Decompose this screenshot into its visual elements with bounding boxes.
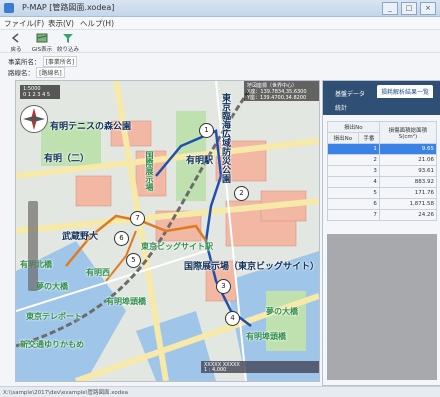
table-row[interactable]: 1 9.65 <box>327 143 438 155</box>
compass-rose <box>23 108 45 130</box>
menu-file[interactable]: ファイル(F) <box>4 18 44 29</box>
map-label-bigsight-station: 東京ビッグサイト駅 <box>141 242 213 251</box>
map-label-disaster-park: 東京臨海広域防災公園 <box>220 93 230 183</box>
filter-button[interactable]: 絞り込み <box>56 32 80 53</box>
scale-box: 1:5000 0 1 2 3 4 5 <box>20 85 60 99</box>
map-status: XXXXX XXXXX 1 : 4,000 <box>201 361 319 373</box>
map-marker-1[interactable]: 1 <box>199 123 214 138</box>
row-no: 6 <box>327 198 380 210</box>
back-icon <box>11 33 19 43</box>
panel-tabs: 基盤データ 損耗解析結果一覧 統計 <box>323 81 440 115</box>
back-label: 戻る <box>10 47 22 53</box>
row-value: 883.92 <box>378 176 438 188</box>
map-label-yume-bridge: 夢の大橋 <box>36 282 68 291</box>
file-path: X:\\sample\2017\dev\example\管路図面.xodea <box>3 390 128 396</box>
table-row[interactable]: 5 171.76 <box>327 187 438 199</box>
table-empty-area <box>327 234 437 380</box>
col-area: 損傷面積総面積 S(cm²) <box>378 121 438 144</box>
map-label-ariake-pier: 有明埠頭橋 <box>106 297 146 306</box>
window-controls: _ □ × <box>382 2 436 15</box>
tab-damage-results[interactable]: 損耗解析結果一覧 <box>377 85 434 98</box>
gis-label: GIS表示 <box>31 47 53 53</box>
row-no: 3 <box>327 165 380 177</box>
col-sub-turn: 手番 <box>357 132 380 144</box>
results-panel: 基盤データ 損耗解析結果一覧 統計 損出No 損傷面積総面積 S(cm²) 損出… <box>322 80 440 386</box>
map-marker-2[interactable]: 2 <box>234 186 249 201</box>
coord-line-3: Y座：139.4700,34.8200 <box>247 95 307 101</box>
window-title: P-MAP [管路図面.xodea] <box>22 3 115 12</box>
row-no: 7 <box>327 209 380 221</box>
route-row: 路線名： [路線名] <box>8 67 65 78</box>
map-view[interactable]: 有明テニスの森公園 有明（二） 有明駅 東京臨海広域防災公園 武蔵野大 東京ビッ… <box>15 80 320 382</box>
table-row[interactable]: 3 93.61 <box>327 165 438 177</box>
row-value: 171.76 <box>378 187 438 199</box>
table-row[interactable]: 4 883.92 <box>327 176 438 188</box>
map-label-yume-bridge-2: 夢の大橋 <box>266 307 298 316</box>
row-value: 24.26 <box>378 209 438 221</box>
table-row[interactable]: 7 24.26 <box>327 209 438 221</box>
map-label-exhibition-station: 国際展示場 <box>145 151 154 191</box>
table-row[interactable]: 6 1,871.58 <box>327 198 438 210</box>
menu-help[interactable]: ヘルプ(H) <box>80 18 114 29</box>
map-label-exhibition-hall: 国際展示場（東京ビッグサイト） <box>184 262 320 272</box>
map-label-ariake2: 有明（二） <box>44 154 90 164</box>
map-marker-6[interactable]: 6 <box>114 231 129 246</box>
office-row: 事業所名： [事業所名] <box>8 56 78 67</box>
row-no: 4 <box>327 176 380 188</box>
gis-button[interactable]: GIS表示 <box>30 32 54 53</box>
route-field[interactable]: [路線名] <box>36 67 65 78</box>
table-row[interactable]: 2 21.06 <box>327 154 438 166</box>
col-area-unit: S(cm²) <box>398 133 418 140</box>
scale-ticks: 0 1 2 3 4 5 <box>23 92 51 98</box>
map-label-teleport: 東京テレポート <box>26 312 82 321</box>
close-button[interactable]: × <box>420 2 436 15</box>
map-marker-4[interactable]: 4 <box>225 311 240 326</box>
map-coordinate-box: 地図座標（世界中心） X座：139.7834,35.6300 Y座：139.47… <box>244 81 319 101</box>
map-label-ariake-station: 有明駅 <box>186 156 214 166</box>
map-icon <box>36 33 48 43</box>
info-rows: 事業所名： [事業所名] 路線名： [路線名] <box>0 54 440 78</box>
office-label: 事業所名： <box>8 58 41 66</box>
map-label-yurikamome: 新交通ゆりかもめ <box>20 340 84 349</box>
table-body: 1 9.65 2 21.06 3 93.61 4 883.92 5 171.76 6 1,8… <box>327 143 438 221</box>
map-label-musashino: 武蔵野大 <box>62 232 99 242</box>
row-value: 93.61 <box>378 165 438 177</box>
row-value: 1,871.58 <box>378 198 438 210</box>
back-button[interactable]: 戻る <box>4 32 28 53</box>
row-no: 5 <box>327 187 380 199</box>
col-sub-no: 損出No <box>327 132 359 144</box>
map-marker-5[interactable]: 5 <box>126 253 141 268</box>
table-header-row-1: 損出No 損傷面積総面積 S(cm²) <box>327 121 438 144</box>
map-label-ariake-pier-2: 有明埠頭橋 <box>246 332 286 341</box>
menu-bar: ファイル(F) 表示(V) ヘルプ(H) <box>0 17 440 30</box>
status-bar: X:\\sample\2017\dev\example\管路図面.xodea <box>0 386 440 397</box>
map-marker-3[interactable]: 3 <box>216 279 231 294</box>
app-window: P-MAP [管路図面.xodea] _ □ × ファイル(F) 表示(V) ヘ… <box>0 0 440 397</box>
compass-icon[interactable] <box>20 105 48 133</box>
maximize-button[interactable]: □ <box>401 2 417 15</box>
map-label-ariake-west: 有明西 <box>86 268 110 277</box>
app-icon <box>4 3 14 13</box>
map-status-line-2: 1 : 4,000 <box>204 367 227 373</box>
filter-label: 絞り込み <box>56 47 79 53</box>
minimize-button[interactable]: _ <box>382 2 398 15</box>
col-damage-no: 損出No <box>327 121 380 133</box>
title-bar: P-MAP [管路図面.xodea] _ □ × <box>0 0 440 17</box>
results-table: 損出No 損傷面積総面積 S(cm²) 損出No 手番 1 9.65 2 21.06… <box>327 121 438 221</box>
office-field[interactable]: [事業所名] <box>42 56 78 67</box>
tab-statistics[interactable]: 統計 <box>331 101 351 114</box>
row-no: 2 <box>327 154 380 166</box>
toolbar: 戻る GIS表示 絞り込み <box>0 30 440 53</box>
tab-base-data[interactable]: 基盤データ <box>331 87 369 100</box>
map-label-tennis-park: 有明テニスの森公園 <box>50 122 132 132</box>
menu-view[interactable]: 表示(V) <box>48 18 74 29</box>
route-label: 路線名： <box>8 69 34 77</box>
row-no: 1 <box>327 143 380 155</box>
row-value: 9.65 <box>378 143 438 155</box>
map-marker-7[interactable]: 7 <box>130 211 145 226</box>
row-value: 21.06 <box>378 154 438 166</box>
filter-icon <box>63 34 73 43</box>
zoom-slider[interactable] <box>28 201 38 291</box>
